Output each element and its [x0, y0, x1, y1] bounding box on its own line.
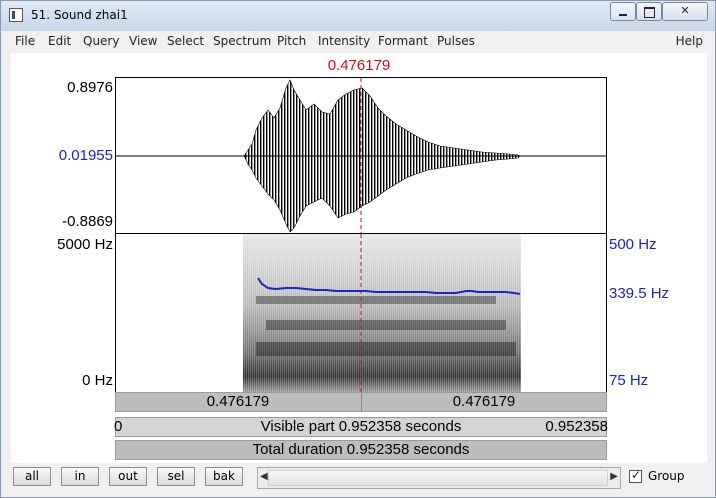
waveform-panel[interactable] — [115, 77, 607, 234]
cursor-time-label: 0.476179 — [327, 57, 391, 74]
zoom-selection-button[interactable]: sel — [157, 467, 195, 486]
wave-zero-label: 0.01955 — [58, 147, 113, 164]
window-icon — [9, 8, 23, 22]
group-label: Group — [648, 469, 685, 483]
waveform-svg — [116, 78, 606, 233]
zoom-all-button[interactable]: all — [13, 467, 51, 486]
waveform-envelope — [243, 79, 521, 233]
wave-min-label: -0.8869 — [62, 213, 113, 230]
right-part-time[interactable]: 0.476179 — [362, 393, 606, 411]
close-button[interactable]: ✕ — [662, 2, 708, 21]
maximize-button[interactable] — [636, 2, 662, 21]
left-part-time[interactable]: 0.476179 — [116, 393, 360, 411]
pitch-bottom-label: 75 Hz — [609, 372, 649, 389]
menu-help[interactable]: Help — [676, 34, 703, 48]
menu-view[interactable]: View — [129, 34, 157, 48]
pitch-current-label: 339.5 Hz — [609, 285, 670, 302]
menu-intensity[interactable]: Intensity — [318, 34, 370, 48]
bottom-toolbar: all in out sel bak ◀ ▶ ✓ Group — [9, 464, 709, 492]
title-bar: 51. Sound zhai1 ✕ — [1, 1, 715, 31]
spectrogram-bottom-label: 0 Hz — [82, 372, 113, 389]
spectrogram-svg — [243, 234, 521, 392]
group-checkbox[interactable]: ✓ — [629, 468, 642, 483]
visible-end-time: 0.952358 — [545, 418, 608, 435]
cursor-time-bar[interactable]: 0.476179 0.476179 — [115, 392, 607, 412]
spectrogram-panel[interactable] — [115, 234, 607, 392]
wave-max-label: 0.8976 — [67, 79, 113, 96]
checkmark-icon: ✓ — [631, 468, 642, 482]
menu-edit[interactable]: Edit — [48, 34, 71, 48]
scroll-left-icon[interactable]: ◀ — [260, 471, 268, 482]
menu-pitch[interactable]: Pitch — [277, 34, 306, 48]
pitch-top-label: 500 Hz — [609, 236, 657, 253]
zoom-out-button[interactable]: out — [109, 467, 147, 486]
zoom-in-button[interactable]: in — [61, 467, 99, 486]
menu-formant[interactable]: Formant — [378, 34, 428, 48]
menu-select[interactable]: Select — [167, 34, 204, 48]
visible-part-label: Visible part 0.952358 seconds — [260, 418, 462, 435]
menu-pulses[interactable]: Pulses — [437, 34, 475, 48]
zoom-back-button[interactable]: bak — [205, 467, 243, 486]
time-scrollbar[interactable]: ◀ ▶ — [257, 467, 621, 489]
praat-sound-window: 51. Sound zhai1 ✕ File Edit Query View S… — [0, 0, 716, 498]
menu-file[interactable]: File — [15, 34, 35, 48]
scroll-thumb[interactable] — [268, 470, 608, 486]
visible-start-time: 0 — [114, 418, 123, 435]
close-icon: ✕ — [680, 5, 690, 17]
menu-query[interactable]: Query — [83, 34, 119, 48]
visible-part-bar[interactable]: 0 Visible part 0.952358 seconds 0.952358 — [114, 417, 608, 437]
minimize-button[interactable] — [610, 2, 636, 21]
total-duration-label: Total duration 0.952358 seconds — [252, 441, 470, 458]
total-duration-bar[interactable]: Total duration 0.952358 seconds — [115, 440, 607, 460]
scroll-right-icon[interactable]: ▶ — [610, 471, 618, 482]
menu-bar: File Edit Query View Select Spectrum Pit… — [9, 31, 709, 51]
spectrogram-top-label: 5000 Hz — [57, 236, 113, 253]
window-title: 51. Sound zhai1 — [31, 8, 128, 22]
menu-spectrum[interactable]: Spectrum — [213, 34, 271, 48]
